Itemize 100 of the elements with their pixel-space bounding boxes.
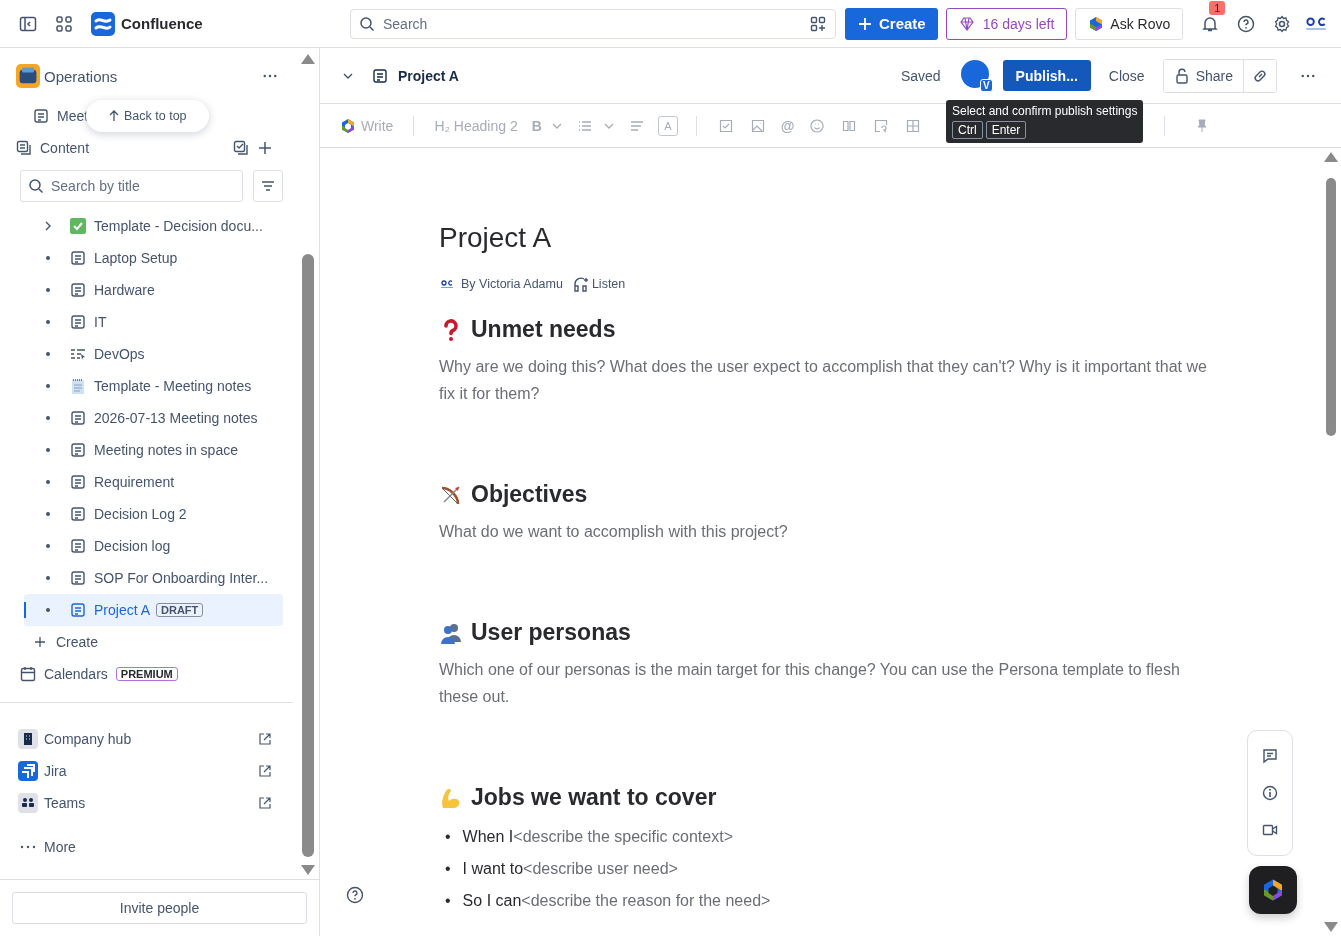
bell-icon[interactable] — [1201, 14, 1220, 33]
trial-button[interactable]: 16 days left — [945, 7, 1068, 40]
page-tree-item[interactable]: Template - Decision docu... — [24, 210, 283, 242]
scroll-down-icon[interactable] — [301, 865, 315, 875]
page-tree-item[interactable]: Laptop Setup — [24, 242, 283, 274]
help-icon[interactable] — [346, 886, 364, 904]
page-tree-item[interactable]: Decision log — [24, 530, 283, 562]
info-icon[interactable] — [1262, 785, 1278, 801]
page-title: Meeting notes in space — [94, 442, 238, 458]
create-button[interactable]: Create — [845, 7, 938, 40]
page-title: Hardware — [94, 282, 155, 298]
create-link[interactable]: Create — [56, 634, 99, 650]
document-title: Project A — [439, 222, 553, 254]
add-icon[interactable] — [257, 140, 273, 156]
more-icon[interactable] — [20, 845, 36, 849]
external-link-icon[interactable] — [259, 765, 271, 777]
help-icon[interactable] — [1237, 14, 1256, 33]
section-text: Why are we doing this? What does the user expect to accomplish that they can't? Why is it important that we fix it for them? — [439, 357, 1208, 404]
content-label[interactable]: Content — [40, 140, 225, 156]
section-text: Which one of our personas is the main target for this change? You can use the Persona template to flesh these out. — [439, 660, 1181, 707]
page-tree-item[interactable]: SOP For Onboarding Inter... — [24, 562, 283, 594]
scroll-up-icon[interactable] — [1324, 152, 1338, 162]
close-button[interactable]: Close — [1100, 60, 1153, 91]
page-title: 2026-07-13 Meeting notes — [94, 410, 258, 426]
tooltip-text: Select and confirm publish settings — [952, 104, 1138, 118]
list-item: I want to<describe user need> — [462, 859, 678, 879]
collaborator-avatar[interactable] — [960, 59, 989, 88]
scroll-up-icon[interactable] — [301, 54, 315, 64]
apps-grid-icon[interactable] — [55, 14, 73, 33]
ask-rovo-button[interactable]: Ask Rovo — [1075, 7, 1184, 40]
page-tree-item[interactable]: Project A DRAFT — [24, 594, 283, 626]
list-item: So I can<describe the reason for the need> — [462, 891, 771, 911]
external-link-icon[interactable] — [259, 797, 271, 809]
back-to-top-button[interactable]: Back to top — [86, 100, 209, 132]
plus-icon — [857, 15, 873, 32]
invite-people-button[interactable]: Invite people — [12, 892, 307, 924]
recent-page-link[interactable]: Meet — [57, 108, 89, 124]
filter-button[interactable] — [253, 170, 283, 202]
filter-icon — [260, 178, 276, 194]
content-icon — [16, 140, 32, 156]
list-item: When I<describe the specific context> — [462, 827, 733, 847]
listen-button[interactable]: Listen — [572, 276, 626, 292]
bullet: • — [445, 827, 451, 847]
page-tree-item[interactable]: Meeting notes in space — [24, 434, 283, 466]
page-tree-item[interactable]: IT — [24, 306, 283, 338]
calendars-link[interactable]: Calendars — [44, 666, 108, 682]
scrollbar-thumb[interactable] — [1326, 178, 1336, 436]
save-status: Saved — [900, 67, 941, 84]
headphones-icon — [572, 276, 589, 292]
page-title: Decision log — [94, 538, 171, 554]
sidebar-toggle-icon[interactable] — [19, 14, 37, 33]
bulk-select-icon[interactable] — [233, 140, 249, 156]
keyboard-key: Ctrl — [952, 121, 983, 139]
app-link[interactable]: Company hub — [44, 731, 253, 747]
space-name[interactable]: Operations — [44, 67, 259, 85]
more-link[interactable]: More — [44, 839, 76, 855]
app-link[interactable]: Teams — [44, 795, 253, 811]
check-icon — [70, 218, 86, 234]
section-text: What do we want to accomplish with this project? — [439, 522, 789, 542]
app-link[interactable]: Jira — [44, 763, 253, 779]
share-button[interactable]: Share — [1163, 59, 1244, 92]
page-icon — [70, 538, 86, 554]
arrows-logo-icon — [18, 761, 38, 781]
notepad-icon — [70, 378, 86, 394]
external-link-icon[interactable] — [259, 733, 271, 745]
rovo-chat-button[interactable] — [1249, 866, 1297, 914]
page-tree-item[interactable]: Requirement — [24, 466, 283, 498]
page-tree-item[interactable]: DevOps — [24, 338, 283, 370]
page-tree-item[interactable]: 2026-07-13 Meeting notes — [24, 402, 283, 434]
page-title: Project A — [94, 602, 151, 618]
scrollbar-thumb[interactable] — [302, 254, 314, 857]
keyboard-key: Enter — [985, 121, 1027, 139]
section-heading: Unmet needs — [471, 316, 616, 343]
comment-icon[interactable] — [1262, 747, 1278, 764]
page-tree-item[interactable]: Hardware — [24, 274, 283, 306]
bullet: • — [445, 859, 451, 879]
page-icon — [70, 474, 86, 490]
checkbox-icon[interactable] — [718, 118, 733, 133]
more-icon[interactable] — [263, 74, 277, 78]
diamond-icon — [958, 15, 975, 32]
settings-icon[interactable] — [1273, 14, 1292, 33]
page-title: IT — [94, 314, 107, 330]
more-icon[interactable] — [1301, 73, 1315, 78]
hexagon-logo-icon — [340, 117, 356, 134]
scroll-down-icon[interactable] — [1324, 922, 1338, 932]
page-icon — [372, 67, 388, 84]
logo-icon[interactable] — [91, 11, 115, 36]
page-icon — [70, 282, 86, 298]
publish-button[interactable]: Publish... — [1002, 60, 1091, 91]
page-tree-item[interactable]: Template - Meeting notes — [24, 370, 283, 402]
hexagon-logo-icon — [1088, 15, 1105, 32]
page-icon — [70, 410, 86, 426]
grid-plus-icon[interactable] — [810, 15, 826, 32]
page-title: Laptop Setup — [94, 250, 178, 266]
search-field[interactable]: Search — [350, 8, 836, 39]
title-search-field[interactable]: Search by title — [20, 170, 243, 202]
page-title: Requirement — [94, 474, 175, 490]
page-breadcrumb[interactable]: Project A — [398, 67, 891, 84]
page-tree-item[interactable]: Decision Log 2 — [24, 498, 283, 530]
page-icon — [70, 442, 86, 458]
